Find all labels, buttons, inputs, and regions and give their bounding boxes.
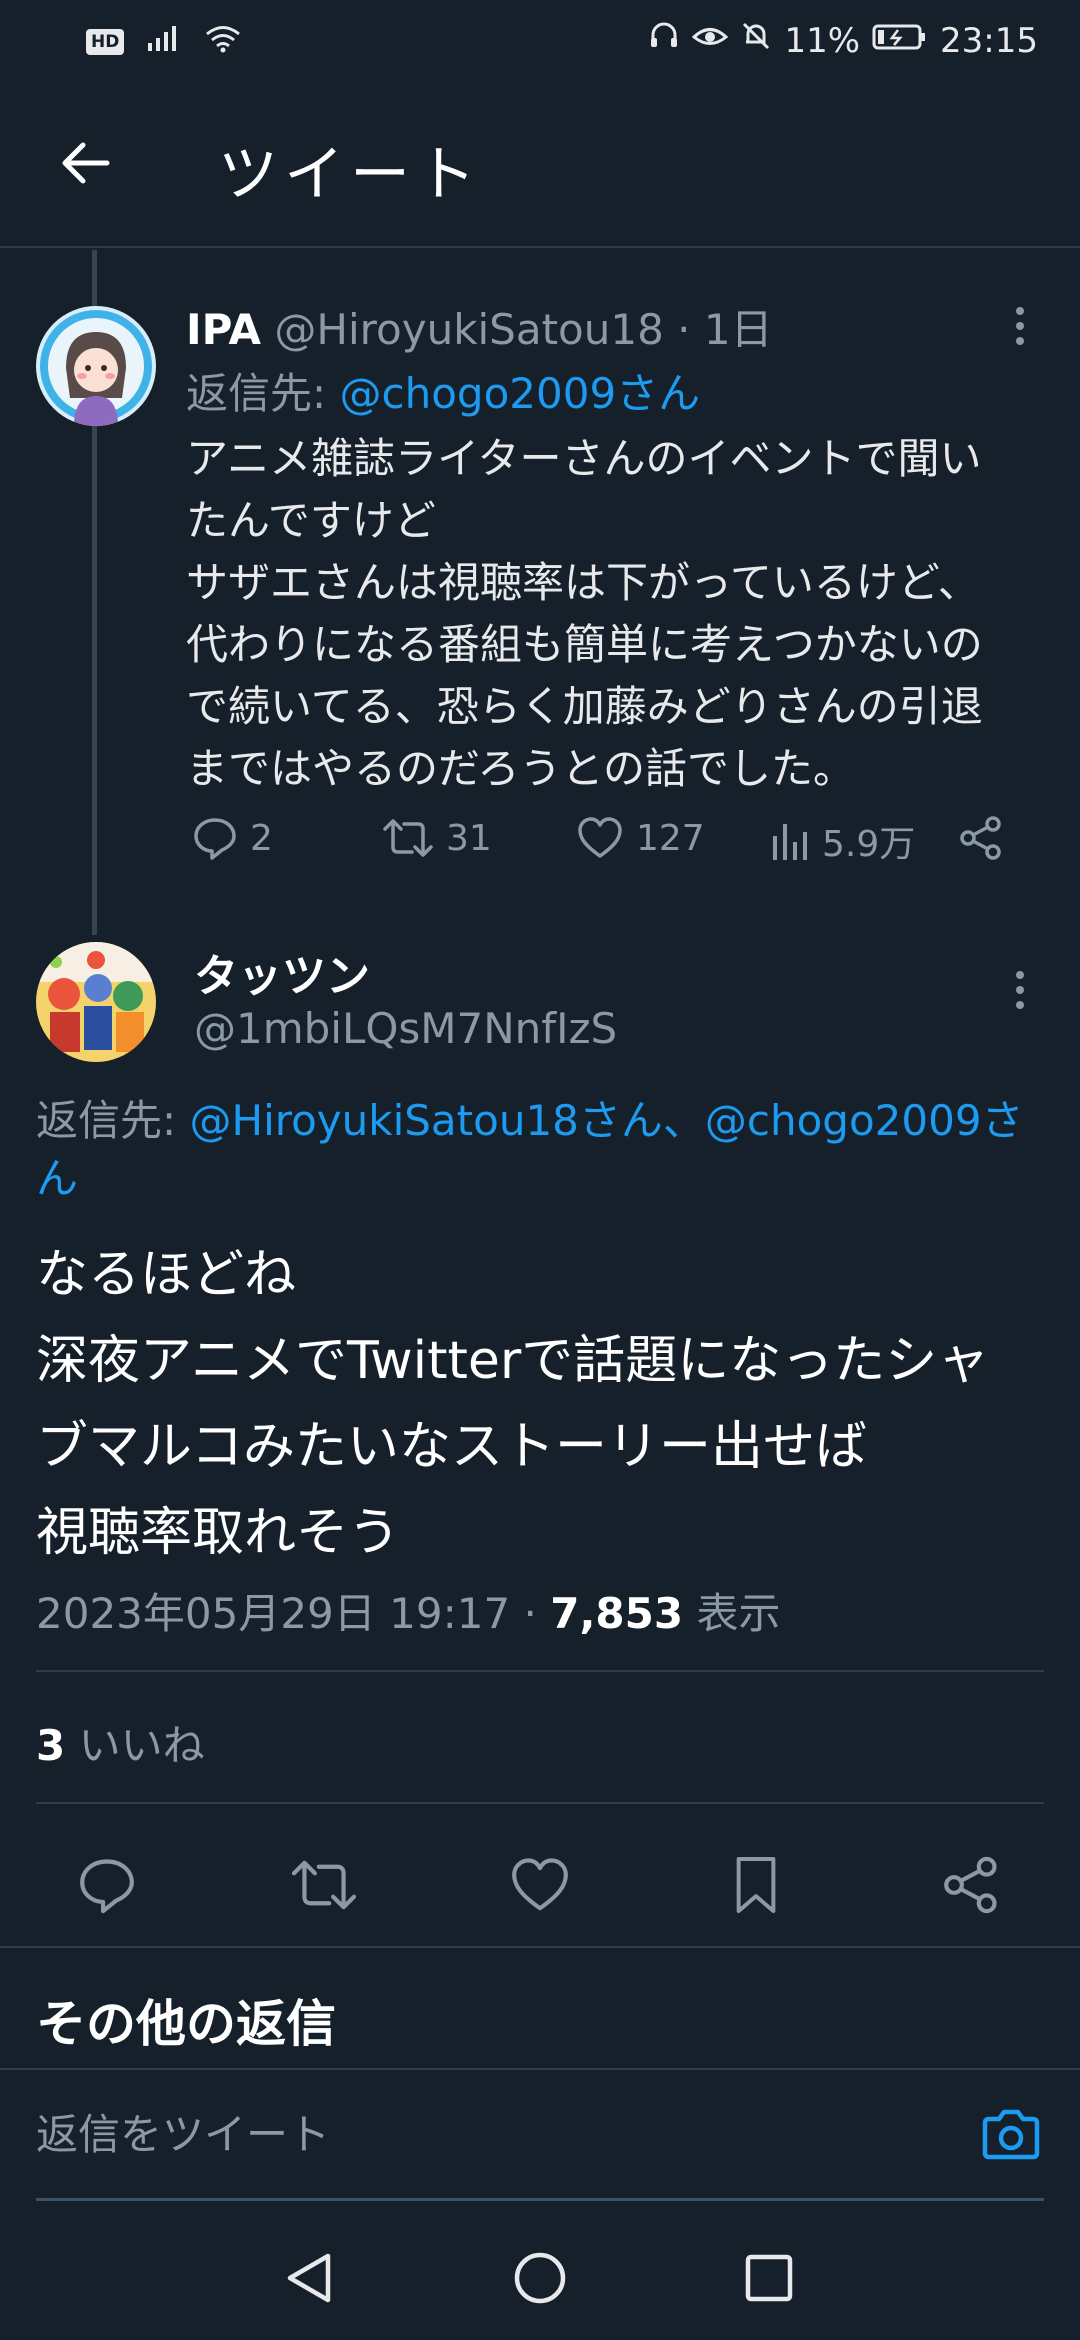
share-button[interactable] [926,1840,1016,1930]
square-recents-icon [745,2254,793,2302]
author-name[interactable]: IPA [186,305,261,354]
wifi-icon [204,22,242,62]
more-dot [1016,986,1024,994]
reply-mention-link[interactable]: @chogo2009さん [340,369,701,418]
reply-button[interactable]: 2 [192,815,273,861]
tweet-text[interactable]: アニメ雑誌ライターさんのイベントで聞い たんですけど サザエさんは視聴率は下がっ… [186,428,1046,800]
more-dot [1016,322,1024,330]
reply-input[interactable] [36,2110,936,2159]
reply-prefix: 返信先: [36,1096,177,1145]
share-button[interactable] [958,815,1004,861]
more-dot [1016,307,1024,315]
tweet-datetime[interactable]: 2023年05月29日 19:17 [36,1589,510,1638]
analytics-icon [773,824,807,860]
divider [0,1946,1080,1948]
retweet-button[interactable]: 31 [382,815,492,861]
avatar[interactable] [36,942,156,1062]
more-dot [1016,337,1024,345]
more-dot [1016,971,1024,979]
tweet-meta: 2023年05月29日 19:17 · 7,853 表示 [36,1580,780,1641]
eye-comfort-icon [692,20,729,61]
like-button[interactable] [495,1840,585,1930]
likes-summary[interactable]: 3 いいね [36,1712,205,1773]
circle-home-icon [514,2252,566,2304]
bookmark-icon [736,1856,776,1914]
like-count: 127 [636,817,705,859]
more-options-button[interactable] [1000,296,1040,356]
hd-badge: HD [86,29,125,55]
more-options-button[interactable] [1000,960,1040,1020]
reply-prefix: 返信先: [186,369,327,418]
tweet-author-line: IPA @HiroyukiSatou18 · 1日 [186,296,773,357]
tweet-age: 1日 [703,305,773,354]
nav-back-button[interactable] [274,2243,344,2313]
avatar[interactable] [36,306,156,426]
heart-icon [512,1858,568,1911]
reply-context: 返信先: @chogo2009さん [186,360,700,421]
camera-icon [982,2109,1040,2160]
separator-dot: · [677,305,691,354]
likes-count: 3 [36,1721,66,1770]
retweet-icon [383,819,433,857]
reply-count: 2 [250,817,273,859]
reply-context: 返信先: @HiroyukiSatou18さん、@chogo2009さん [36,1092,1046,1208]
signal-icon [146,22,182,62]
headphones-icon [648,20,680,61]
reply-mention-link[interactable]: @HiroyukiSatou18さん、@chogo2009さん [36,1096,1024,1203]
views-label[interactable]: 表示 [696,1589,780,1638]
author-handle[interactable]: @HiroyukiSatou18 [274,305,663,354]
reply-composer [0,2068,1080,2198]
battery-percent: 11% [784,20,861,61]
views-count[interactable]: 7,853 [550,1589,683,1638]
triangle-back-icon [287,2253,331,2303]
status-right: 11% 23:15 [648,20,1038,61]
bookmark-button[interactable] [711,1840,801,1930]
status-left: HD [86,22,242,62]
divider [36,1802,1044,1804]
reply-icon [80,1859,134,1914]
clock: 23:15 [940,20,1038,61]
battery-icon [872,21,928,61]
retweet-icon [291,1860,357,1910]
likes-label: いいね [78,1721,205,1770]
author-name[interactable]: タッツン [194,940,370,1004]
author-handle[interactable]: @1mbiLQsM7NnfIzS [194,1004,617,1053]
like-button[interactable]: 127 [576,815,705,861]
reply-icon [194,818,236,860]
avatar-ipa-image [36,306,156,426]
nav-recents-button[interactable] [734,2243,804,2313]
system-navigation-bar [0,2215,1080,2340]
heart-icon [578,817,622,858]
share-icon [944,1856,997,1914]
page-title: ツイート [218,140,482,210]
reply-button[interactable] [62,1840,152,1930]
avatar-tattsun-image [36,942,156,1062]
back-button[interactable] [50,128,120,198]
nav-home-button[interactable] [505,2243,575,2313]
tweet-action-bar [0,1840,1080,1950]
share-icon [960,816,1001,860]
top-app-bar: ツイート [0,84,1080,248]
views-count: 5.9万 [822,824,916,865]
tweet-text[interactable]: なるほどね 深夜アニメでTwitterで話題になったシャ ブマルコみたいなストー… [36,1232,1066,1576]
composer-underline [36,2198,1044,2201]
status-bar: HD 11% 23:15 [0,0,1080,84]
divider [36,1670,1044,1672]
retweet-button[interactable] [279,1840,369,1930]
more-replies-heading: その他の返信 [36,1995,336,2053]
tweet-action-bar: 2 31 127 5.9万 [186,815,1016,875]
separator-dot: · [523,1589,537,1638]
camera-button[interactable] [976,2100,1046,2170]
back-arrow-icon [62,142,110,184]
more-dot [1016,1001,1024,1009]
mute-bell-icon [740,20,772,61]
views-button[interactable]: 5.9万 [770,815,915,867]
retweet-count: 31 [446,817,492,859]
